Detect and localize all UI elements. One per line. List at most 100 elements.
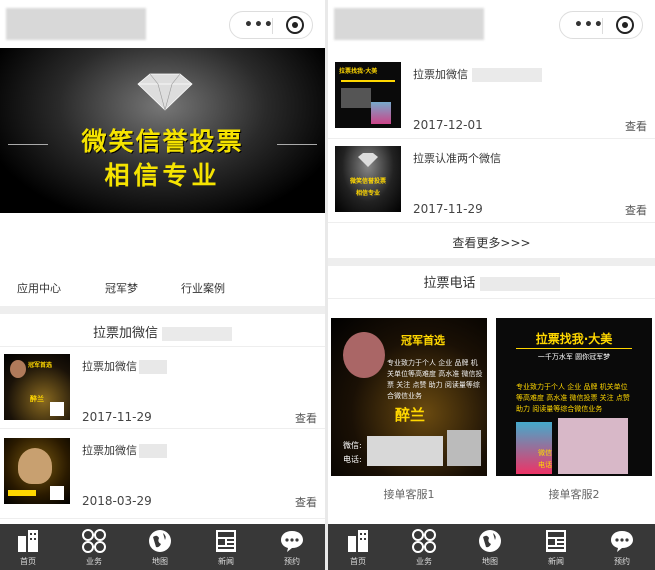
thumb-heading: 微笑信誉投票 <box>349 178 386 185</box>
see-more-link[interactable]: 查看更多>>> <box>328 234 655 251</box>
blurred-id <box>139 360 167 374</box>
item-title-text: 拉票加微信 <box>413 68 468 81</box>
blurred-qr-code <box>447 430 481 466</box>
thumb-heading: 拉票找我·大美 <box>339 68 378 75</box>
item-title: 拉票加微信 <box>413 66 542 82</box>
close-icon[interactable] <box>616 16 634 34</box>
tab-label: 新闻 <box>548 557 564 566</box>
chat-icon <box>611 531 633 552</box>
news-icon <box>216 530 236 552</box>
view-link[interactable]: 查看 <box>295 494 317 510</box>
list-item[interactable]: 拉票找我·大美 拉票加微信 2017-12-01 查看 <box>328 62 655 142</box>
item-separator <box>328 222 655 223</box>
item-title-text: 拉票加微信 <box>82 360 137 373</box>
tab-booking[interactable]: 预约 <box>272 528 312 567</box>
list-item[interactable]: 拉票加微信 2018-03-29 查看 <box>0 438 325 518</box>
qr-code-icon <box>50 402 64 416</box>
thumb-heading: 冠军首选 <box>28 362 53 369</box>
section-divider <box>328 258 655 266</box>
banner-subtitle: 相信专业 <box>104 161 221 190</box>
banner-title: 微笑信誉投票 <box>81 127 244 156</box>
bottom-tabbar: 首页 业务 地图 新闻 预约 <box>0 524 325 570</box>
thumb-text-block <box>341 88 371 108</box>
more-icon[interactable]: ••• <box>244 18 274 32</box>
tab-news[interactable]: 新闻 <box>536 528 576 567</box>
menu-capsule: ••• <box>229 11 313 39</box>
top-bar: ••• <box>328 0 655 48</box>
nav-item-app-center[interactable]: 应用中心 <box>17 280 61 296</box>
tab-booking[interactable]: 预约 <box>602 528 642 567</box>
portrait <box>18 448 52 484</box>
diamond-icon <box>137 73 193 112</box>
tab-home[interactable]: 首页 <box>338 528 378 567</box>
view-link[interactable]: 查看 <box>625 118 647 134</box>
item-separator <box>0 518 325 519</box>
item-title: 拉票加微信 <box>82 442 167 458</box>
phone-section-title: 拉票电话 <box>328 272 655 291</box>
list-item[interactable]: 微笑信誉投票 相信专业 拉票认准两个微信 2017-11-29 查看 <box>328 146 655 226</box>
capsule-divider <box>272 18 273 34</box>
item-thumbnail: 拉票找我·大美 <box>335 62 401 128</box>
item-title: 拉票加微信 <box>82 358 167 374</box>
phone-label: 电话 <box>538 461 552 469</box>
blurred-title <box>334 8 484 40</box>
grid-icon <box>412 529 436 553</box>
item-thumbnail: 冠军首选 醉兰 <box>4 354 70 420</box>
section-title: 拉票加微信 <box>0 322 325 341</box>
tab-label: 预约 <box>284 557 300 566</box>
service-card[interactable]: 拉票找我·大美 一千万水军 圆你冠军梦 专业致力于个人 企业 品牌 机关单位等高… <box>496 318 652 476</box>
blurred-title <box>6 8 146 40</box>
building-icon <box>18 530 38 552</box>
globe-icon <box>479 530 501 552</box>
portrait <box>371 102 391 124</box>
card-label: 接单客服1 <box>383 488 435 501</box>
card-heading: 拉票找我·大美 <box>535 332 613 346</box>
tab-label: 地图 <box>482 557 498 566</box>
card-label: 接单客服2 <box>548 488 600 501</box>
globe-icon <box>149 530 171 552</box>
more-icon[interactable]: ••• <box>574 18 604 32</box>
tab-home[interactable]: 首页 <box>8 528 48 567</box>
item-separator <box>328 138 655 139</box>
grid-icon <box>82 529 106 553</box>
view-link[interactable]: 查看 <box>625 202 647 218</box>
section-line <box>328 298 655 299</box>
item-title-text: 拉票加微信 <box>82 444 137 457</box>
tab-map[interactable]: 地图 <box>470 528 510 567</box>
phone-section-text: 拉票电话 <box>423 276 476 291</box>
card-name: 醉兰 <box>395 406 426 424</box>
news-icon <box>546 530 566 552</box>
item-separator <box>0 428 325 429</box>
tab-label: 新闻 <box>218 557 234 566</box>
item-thumbnail <box>4 438 70 504</box>
item-thumbnail: 微笑信誉投票 相信专业 <box>335 146 401 212</box>
capsule-divider <box>602 18 603 34</box>
blurred-id <box>139 444 167 458</box>
bottom-tabbar: 首页 业务 地图 新闻 预约 <box>328 524 655 570</box>
left-phone-screen: ••• 微笑信誉投票 相信专业 应用中心 冠军梦 行业案例 拉票加微信 冠军首选… <box>0 0 325 570</box>
card-subheading: 一千万水军 圆你冠军梦 <box>537 353 611 361</box>
close-icon[interactable] <box>286 16 304 34</box>
service-card[interactable]: 冠军首选 专业致力于个人 企业 品牌 机关单位等高难度 高水准 微信投票 关注 … <box>331 318 487 476</box>
qr-code-icon <box>50 486 64 500</box>
list-item[interactable]: 冠军首选 醉兰 拉票加微信 2017-11-29 查看 <box>0 354 325 434</box>
nav-item-champion-dream[interactable]: 冠军梦 <box>105 280 138 296</box>
item-date: 2017-11-29 <box>82 410 152 424</box>
view-link[interactable]: 查看 <box>295 410 317 426</box>
tab-business[interactable]: 业务 <box>404 528 444 567</box>
chat-icon <box>281 531 303 552</box>
tab-label: 预约 <box>614 557 630 566</box>
tab-business[interactable]: 业务 <box>74 528 114 567</box>
tab-news[interactable]: 新闻 <box>206 528 246 567</box>
blurred-contact <box>367 436 443 466</box>
card-description: 专业致力于个人 企业 品牌 机关单位等高难度 高水准 微信投票 关注 点赞 助力… <box>387 359 483 400</box>
menu-capsule: ••• <box>559 11 643 39</box>
thumb-subheading: 相信专业 <box>355 190 380 197</box>
nav-item-cases[interactable]: 行业案例 <box>181 280 225 296</box>
tab-label: 地图 <box>152 557 168 566</box>
top-bar: ••• <box>0 0 325 48</box>
thumb-badge <box>8 490 36 496</box>
tab-label: 业务 <box>86 557 102 566</box>
blurred-contact <box>558 418 628 474</box>
tab-map[interactable]: 地图 <box>140 528 180 567</box>
